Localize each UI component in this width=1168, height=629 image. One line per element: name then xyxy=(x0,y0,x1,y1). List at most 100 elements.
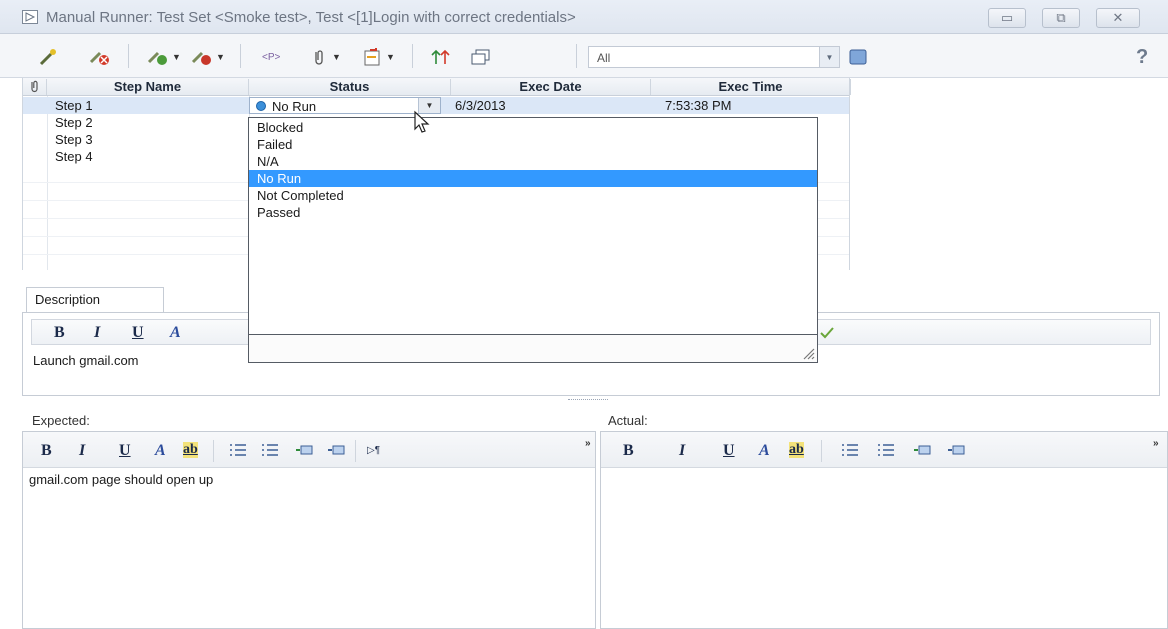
numbered-list-icon[interactable] xyxy=(877,443,895,457)
new-defect-icon xyxy=(364,48,380,66)
bold-button[interactable]: B xyxy=(54,324,65,342)
status-option-no-run[interactable]: No Run xyxy=(249,170,817,187)
stop-run-icon xyxy=(89,51,109,65)
end-run-button[interactable] xyxy=(88,46,112,68)
step-name-cell: Step 4 xyxy=(55,149,93,164)
bullet-list-icon[interactable] xyxy=(841,443,859,457)
step-name-cell: Step 3 xyxy=(55,132,93,147)
step-name-cell: Step 2 xyxy=(55,115,93,130)
chevron-down-icon: ▼ xyxy=(172,52,181,62)
description-text[interactable]: Launch gmail.com xyxy=(33,353,139,368)
chevron-down-icon[interactable]: ▼ xyxy=(819,47,839,67)
minimize-button[interactable]: ▭ xyxy=(988,8,1026,28)
actual-label: Actual: xyxy=(608,413,648,428)
bold-button[interactable]: B xyxy=(41,442,52,460)
compact-view-button[interactable] xyxy=(470,46,492,68)
chevron-down-icon: ▼ xyxy=(332,52,341,62)
font-color-button[interactable]: A xyxy=(155,442,166,460)
filter-dropdown[interactable]: All ▼ xyxy=(588,46,840,68)
more-options-button[interactable]: » xyxy=(585,438,591,449)
paragraph-direction-button[interactable]: ▷¶ xyxy=(367,445,380,456)
new-run-button[interactable] xyxy=(38,46,58,68)
italic-button[interactable]: I xyxy=(79,442,85,460)
markup-button[interactable]: <P> xyxy=(262,46,280,68)
wand-icon xyxy=(39,49,56,66)
italic-button[interactable]: I xyxy=(679,442,685,460)
expected-label: Expected: xyxy=(32,413,90,428)
resize-grip-icon[interactable] xyxy=(801,346,815,360)
more-options-button[interactable]: » xyxy=(1153,438,1159,449)
arrows-up-icon xyxy=(431,49,450,64)
status-dropdown-list: Blocked Failed N/A No Run Not Completed … xyxy=(248,117,818,363)
add-defect-button[interactable]: ▼ xyxy=(362,46,395,68)
spell-check-icon[interactable] xyxy=(818,325,836,341)
column-header-exec-time[interactable]: Exec Time xyxy=(651,79,851,95)
actual-pane: B I U A ab » xyxy=(600,431,1168,629)
indent-icon[interactable] xyxy=(913,443,931,457)
title-bar: Manual Runner: Test Set <Smoke test>, Te… xyxy=(0,0,1168,34)
bullet-list-icon[interactable] xyxy=(229,443,247,457)
markup-icon: <P> xyxy=(262,51,281,63)
tab-description[interactable]: Description xyxy=(26,287,164,313)
filter-settings-button[interactable] xyxy=(848,46,868,68)
status-option-blocked[interactable]: Blocked xyxy=(249,119,817,136)
exec-time-cell: 7:53:38 PM xyxy=(665,98,732,113)
status-option-not-completed[interactable]: Not Completed xyxy=(249,187,817,204)
underline-button[interactable]: U xyxy=(723,442,735,460)
close-button[interactable]: ✕ xyxy=(1096,8,1140,28)
close-icon: ✕ xyxy=(1112,10,1124,25)
pass-icon xyxy=(147,51,167,65)
window-restore-icon xyxy=(471,49,490,65)
expected-format-toolbar: B I U A ab ▷¶ » xyxy=(23,432,595,468)
help-icon: ? xyxy=(1136,45,1149,68)
grid-header: Step Name Status Exec Date Exec Time xyxy=(23,78,851,96)
pass-selected-button[interactable]: ▼ xyxy=(146,46,181,68)
column-header-step-name[interactable]: Step Name xyxy=(47,79,249,95)
fail-selected-button[interactable]: ▼ xyxy=(190,46,225,68)
window-title: Manual Runner: Test Set <Smoke test>, Te… xyxy=(46,9,576,26)
status-option-failed[interactable]: Failed xyxy=(249,136,817,153)
help-button[interactable]: ? xyxy=(1136,46,1148,68)
chevron-down-icon: ▼ xyxy=(386,52,395,62)
paperclip-icon xyxy=(30,80,38,93)
manual-runner-icon xyxy=(22,10,38,24)
chevron-down-icon: ▼ xyxy=(216,52,225,62)
pane-splitter[interactable] xyxy=(568,399,608,402)
dropdown-footer xyxy=(249,334,817,362)
italic-button[interactable]: I xyxy=(94,324,100,342)
paperclip-icon xyxy=(315,50,323,65)
minimize-icon: ▭ xyxy=(1000,10,1014,25)
main-toolbar: ▼ ▼ <P> ▼ ▼ All ▼ ? xyxy=(0,34,1168,78)
highlight-button[interactable]: ab xyxy=(183,442,198,458)
column-header-exec-date[interactable]: Exec Date xyxy=(451,79,651,95)
status-option-passed[interactable]: Passed xyxy=(249,204,817,221)
outdent-icon[interactable] xyxy=(947,443,965,457)
underline-button[interactable]: U xyxy=(119,442,131,460)
numbered-list-icon[interactable] xyxy=(261,443,279,457)
mouse-cursor-icon xyxy=(414,110,430,133)
expected-pane: B I U A ab ▷¶ » gmail.com page should op… xyxy=(22,431,596,629)
step-name-cell: Step 1 xyxy=(55,98,93,113)
underline-button[interactable]: U xyxy=(132,324,144,342)
exec-date-cell: 6/3/2013 xyxy=(455,98,506,113)
filter-value: All xyxy=(597,51,611,65)
column-header-status[interactable]: Status xyxy=(249,79,451,95)
attachment-column-header[interactable] xyxy=(23,79,47,95)
font-color-button[interactable]: A xyxy=(759,442,770,460)
status-option-na[interactable]: N/A xyxy=(249,153,817,170)
no-run-status-icon xyxy=(256,101,266,111)
bold-button[interactable]: B xyxy=(623,442,634,460)
fail-icon xyxy=(191,51,211,65)
actual-format-toolbar: B I U A ab » xyxy=(601,432,1167,468)
sort-button[interactable] xyxy=(430,46,452,68)
outdent-icon[interactable] xyxy=(327,443,345,457)
expected-text[interactable]: gmail.com page should open up xyxy=(29,472,213,487)
indent-icon[interactable] xyxy=(295,443,313,457)
filter-panel-icon xyxy=(849,49,867,65)
status-value: No Run xyxy=(272,99,317,114)
highlight-button[interactable]: ab xyxy=(789,442,804,458)
attachments-button[interactable]: ▼ xyxy=(312,46,341,68)
maximize-icon: ⧉ xyxy=(1056,10,1066,25)
font-color-button[interactable]: A xyxy=(170,324,181,342)
maximize-button[interactable]: ⧉ xyxy=(1042,8,1080,28)
